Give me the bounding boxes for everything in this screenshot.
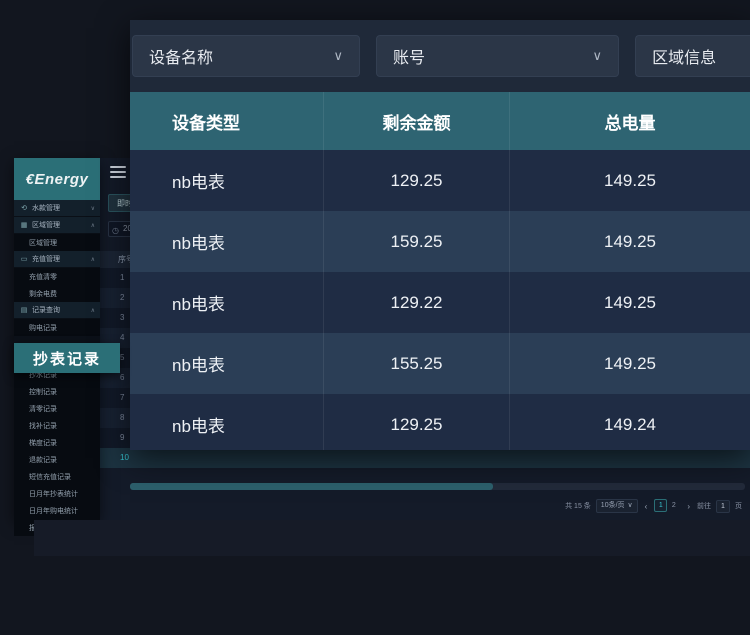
sidebar-item-label: 日月年购电统计	[29, 506, 95, 516]
pagination-total: 共 15 条	[565, 501, 591, 511]
device-table-header: 设备类型 剩余金额 总电量	[130, 92, 750, 150]
device-name-select[interactable]: 设备名称 ∨	[132, 35, 360, 77]
sidebar-item-label: 记录查询	[32, 305, 91, 315]
pagination-bar: 共 15 条 10条/页 ∨ ‹ 12 › 前往 1 页	[565, 498, 742, 514]
sidebar-item-meter-reading-records-active[interactable]: 抄表记录	[14, 343, 120, 373]
cell-device-type: nb电表	[130, 272, 324, 333]
sidebar-item[interactable]: ▤记录查询∧	[14, 302, 100, 319]
sidebar-item-label: 充值清零	[29, 272, 95, 282]
sidebar-item-label: 短信充值记录	[29, 472, 95, 482]
cell-remaining-amount: 159.25	[324, 211, 510, 272]
table-row[interactable]: nb电表129.25149.25	[130, 150, 750, 211]
sidebar-item[interactable]: ⟲水款管理∨	[14, 200, 100, 217]
cell-device-type: nb电表	[130, 211, 324, 272]
cell-total-power: 149.25	[510, 211, 750, 272]
magnified-table-overlay: 设备名称 ∨ 账号 ∨ 区域信息 设备类型 剩余金额 总电量 nb电表129.2…	[130, 20, 750, 450]
sidebar-item[interactable]: 找补记录	[14, 417, 100, 434]
sidebar-item-label: 清零记录	[29, 404, 95, 414]
sidebar-item[interactable]: 控制记录	[14, 383, 100, 400]
next-page-button[interactable]: ›	[685, 502, 692, 511]
chevron-down-icon: ∨	[593, 48, 603, 64]
column-header-device-type: 设备类型	[130, 92, 324, 150]
sidebar-item-label: 梯度记录	[29, 438, 95, 448]
sidebar-item-label: 水款管理	[32, 203, 91, 213]
filter-row: 设备名称 ∨ 账号 ∨ 区域信息	[130, 20, 750, 92]
sidebar-item[interactable]: 短信充值记录	[14, 468, 100, 485]
cell-remaining-amount: 129.25	[324, 150, 510, 211]
cell-total-power: 149.25	[510, 272, 750, 333]
sidebar-item[interactable]: 购电记录	[14, 319, 100, 336]
cell-remaining-amount: 155.25	[324, 333, 510, 394]
page-suffix-label: 页	[735, 501, 742, 511]
cell-device-type: nb电表	[130, 333, 324, 394]
cell-remaining-amount: 129.22	[324, 272, 510, 333]
sidebar-item-label: 退款记录	[29, 455, 95, 465]
records-icon: ▤	[19, 306, 29, 314]
hamburger-menu-icon[interactable]	[110, 166, 126, 178]
cell-total-power: 149.25	[510, 333, 750, 394]
serial-table-row[interactable]: 10	[100, 448, 750, 468]
sidebar-item-label: 充值管理	[32, 254, 91, 264]
clock-icon: ◷	[112, 224, 119, 237]
sidebar-item-label: 区域管理	[32, 220, 91, 230]
table-row[interactable]: nb电表129.25149.24	[130, 394, 750, 450]
sidebar-item-label: 购电记录	[29, 323, 95, 333]
horizontal-scrollbar-track[interactable]	[130, 483, 745, 490]
sidebar-item-label: 找补记录	[29, 421, 95, 431]
app-logo: €Energy	[14, 158, 100, 200]
sidebar-item[interactable]: 日月年购电统计	[14, 502, 100, 519]
chevron-up-icon: ∧	[91, 222, 95, 229]
table-row[interactable]: nb电表155.25149.25	[130, 333, 750, 394]
column-header-remaining-amount: 剩余金额	[324, 92, 510, 150]
prev-page-button[interactable]: ‹	[643, 502, 650, 511]
chevron-down-icon: ∨	[333, 48, 343, 64]
table-row[interactable]: nb电表129.22149.25	[130, 272, 750, 333]
sidebar-item[interactable]: 日月年抄表统计	[14, 485, 100, 502]
sidebar-item[interactable]: 清零记录	[14, 400, 100, 417]
cell-device-type: nb电表	[130, 394, 324, 450]
refresh-icon: ⟲	[19, 204, 29, 212]
table-row[interactable]: nb电表159.25149.25	[130, 211, 750, 272]
sidebar-item-label: 剩余电费	[29, 289, 95, 299]
sidebar-item[interactable]: ▦区域管理∧	[14, 217, 100, 234]
sidebar-item[interactable]: 剩余电费	[14, 285, 100, 302]
page-size-select[interactable]: 10条/页 ∨	[596, 499, 638, 513]
card-icon: ▭	[19, 255, 29, 263]
sidebar-item[interactable]: ▭充值管理∧	[14, 251, 100, 268]
sidebar-item[interactable]: 区域管理	[14, 234, 100, 251]
column-header-total-power: 总电量	[510, 92, 750, 150]
region-info-select[interactable]: 区域信息	[635, 35, 750, 77]
chevron-up-icon: ∧	[91, 256, 95, 263]
building-icon: ▦	[19, 221, 29, 229]
chevron-down-icon: ∨	[91, 205, 95, 212]
page-number-button[interactable]: 2	[667, 500, 680, 513]
sidebar-item[interactable]: 退款记录	[14, 451, 100, 468]
sidebar-item-label: 控制记录	[29, 387, 95, 397]
page-bottom-band	[34, 520, 750, 556]
goto-label: 前往	[697, 501, 711, 511]
cell-device-type: nb电表	[130, 150, 324, 211]
sidebar-item-label: 日月年抄表统计	[29, 489, 95, 499]
sidebar-item[interactable]: 充值清零	[14, 268, 100, 285]
sidebar-item[interactable]: 梯度记录	[14, 434, 100, 451]
horizontal-scrollbar-thumb[interactable]	[130, 483, 493, 490]
cell-remaining-amount: 129.25	[324, 394, 510, 450]
chevron-up-icon: ∧	[91, 307, 95, 314]
cell-total-power: 149.25	[510, 150, 750, 211]
chevron-down-icon: ∨	[628, 500, 633, 512]
cell-total-power: 149.24	[510, 394, 750, 450]
sidebar-item-label: 区域管理	[29, 238, 95, 248]
device-table: 设备类型 剩余金额 总电量 nb电表129.25149.25nb电表159.25…	[130, 92, 750, 450]
sidebar: €Energy ⟲水款管理∨▦区域管理∧区域管理▭充值管理∧充值清零剩余电费▤记…	[14, 158, 100, 520]
goto-page-input[interactable]: 1	[716, 500, 730, 513]
page-number-button[interactable]: 1	[654, 499, 667, 512]
account-select[interactable]: 账号 ∨	[376, 35, 619, 77]
